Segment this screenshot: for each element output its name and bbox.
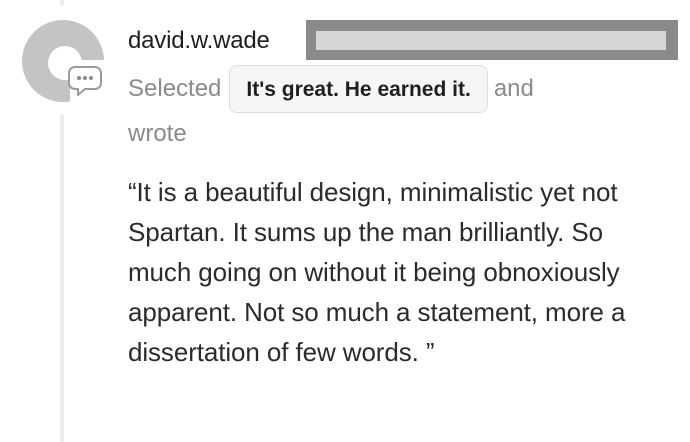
- selected-choice-chip[interactable]: It's great. He earned it.: [229, 64, 488, 113]
- action-prefix: Selected: [128, 74, 222, 102]
- action-suffix: and: [493, 74, 534, 102]
- comment-bubble-icon: [67, 63, 103, 99]
- thread-line: [60, 0, 64, 6]
- comment-body: “It is a beautiful design, minimalistic …: [128, 177, 626, 367]
- action-continuation: wrote: [128, 120, 187, 147]
- redaction-bar-inner: [316, 31, 666, 50]
- action-line: Selected It's great. He earned it. and: [128, 64, 688, 113]
- comment-header: david.w.wade: [128, 20, 688, 60]
- comment-card: david.w.wade Selected It's great. He earn…: [0, 0, 690, 442]
- thread-line: [60, 114, 64, 442]
- redaction-bar: [306, 20, 678, 60]
- username-link[interactable]: david.w.wade: [128, 27, 270, 55]
